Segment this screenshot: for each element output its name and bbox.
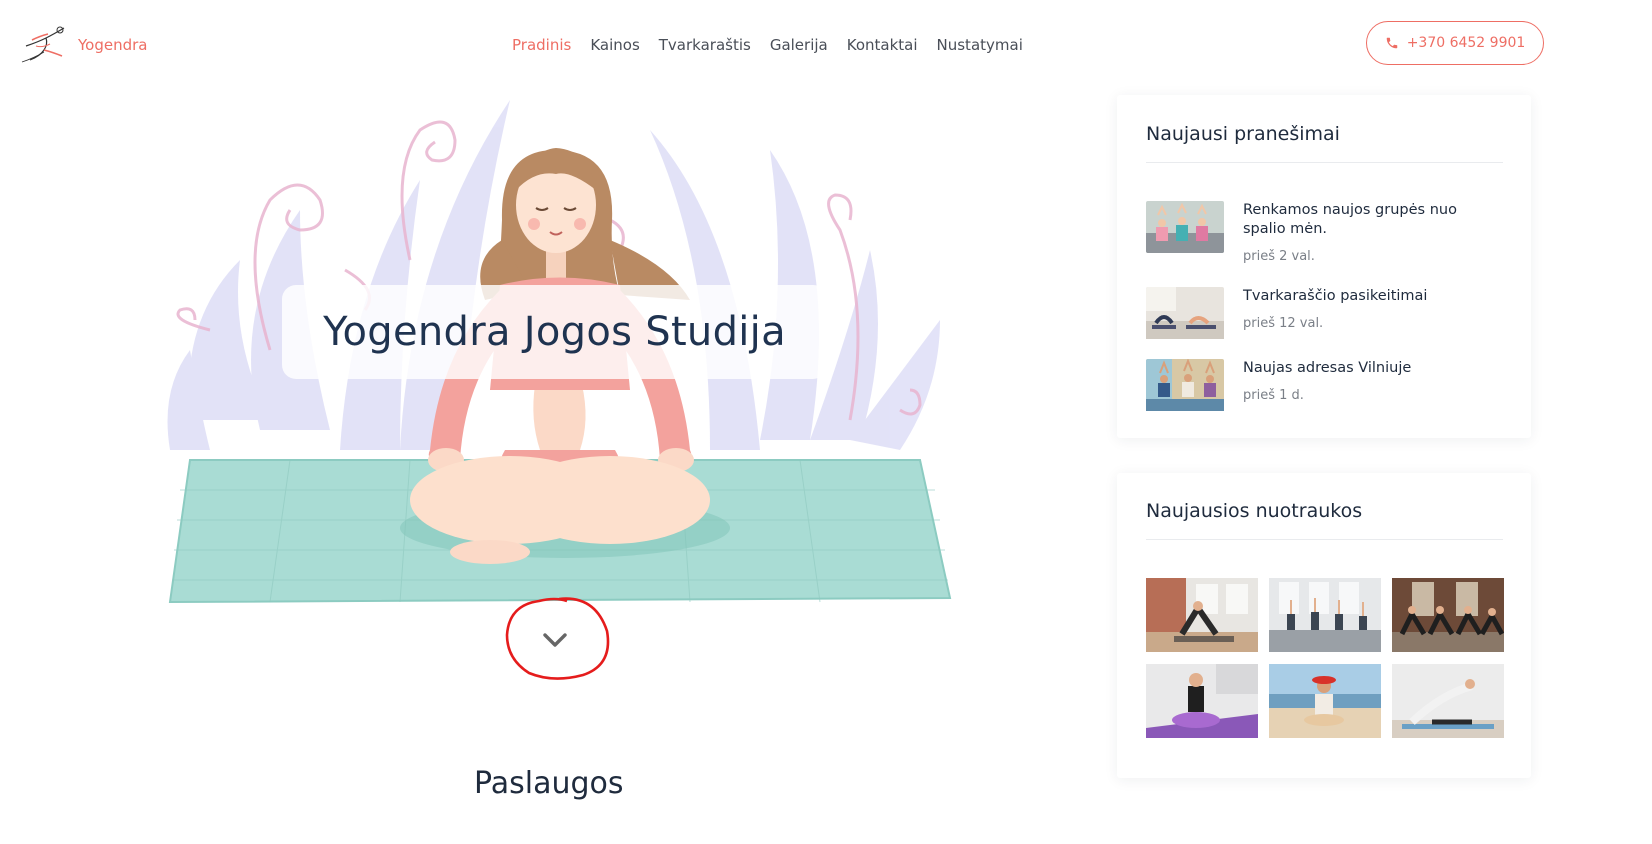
recent-posts-widget: Naujausi pranešimai Renkamos naujos grup… <box>1117 95 1531 438</box>
dancer-logo-icon <box>21 26 65 63</box>
post-thumbnail <box>1146 359 1224 413</box>
post-item[interactable]: Renkamos naujos grupės nuo spalio mėn. p… <box>1146 201 1506 271</box>
hero-illustration: Yogendra Jogos Studija <box>150 90 960 620</box>
gallery-photo[interactable] <box>1392 664 1504 738</box>
chevron-down-icon <box>505 597 610 680</box>
recent-photos-title: Naujausios nuotraukos <box>1146 500 1363 522</box>
phone-number: +370 6452 9901 <box>1406 35 1526 51</box>
post-item[interactable]: Tvarkaraščio pasikeitimai prieš 12 val. <box>1146 287 1506 343</box>
recent-posts-title: Naujausi pranešimai <box>1146 123 1340 145</box>
nav-item-kontaktai[interactable]: Kontaktai <box>847 36 918 54</box>
main-nav: Pradinis Kainos Tvarkaraštis Galerija Ko… <box>512 36 1023 54</box>
post-time: prieš 12 val. <box>1243 316 1324 331</box>
hero-title-box: Yogendra Jogos Studija <box>282 285 827 379</box>
phone-icon <box>1386 37 1397 49</box>
nav-item-tvarkarastis[interactable]: Tvarkaraštis <box>659 36 751 54</box>
post-time: prieš 2 val. <box>1243 249 1315 264</box>
post-title: Tvarkaraščio pasikeitimai <box>1243 288 1428 304</box>
post-title: Renkamos naujos grupės nuo spalio mėn. <box>1243 202 1457 237</box>
gallery-photo[interactable] <box>1269 664 1381 738</box>
gallery-photo[interactable] <box>1392 578 1504 652</box>
logo-text: Yogendra <box>78 36 148 54</box>
scroll-down-button[interactable] <box>503 595 611 681</box>
gallery-photo[interactable] <box>1146 578 1258 652</box>
post-thumbnail <box>1146 287 1224 341</box>
nav-item-pradinis[interactable]: Pradinis <box>512 36 571 54</box>
phone-button[interactable]: +370 6452 9901 <box>1366 21 1544 65</box>
post-title: Naujas adresas Vilniuje <box>1243 360 1412 376</box>
post-item[interactable]: Naujas adresas Vilniuje prieš 1 d. <box>1146 359 1506 415</box>
nav-item-nustatymai[interactable]: Nustatymai <box>937 36 1023 54</box>
post-time: prieš 1 d. <box>1243 388 1304 403</box>
gallery-photo[interactable] <box>1146 664 1258 738</box>
divider <box>1146 539 1503 540</box>
nav-item-kainos[interactable]: Kainos <box>590 36 639 54</box>
site-logo[interactable]: Yogendra <box>20 22 148 68</box>
recent-photos-widget: Naujausios nuotraukos <box>1117 473 1531 778</box>
gallery-photo[interactable] <box>1269 578 1381 652</box>
divider <box>1146 162 1503 163</box>
hero-title: Yogendra Jogos Studija <box>323 309 786 355</box>
post-thumbnail <box>1146 201 1224 253</box>
nav-item-galerija[interactable]: Galerija <box>770 36 828 54</box>
services-title: Paslaugos <box>474 766 624 801</box>
